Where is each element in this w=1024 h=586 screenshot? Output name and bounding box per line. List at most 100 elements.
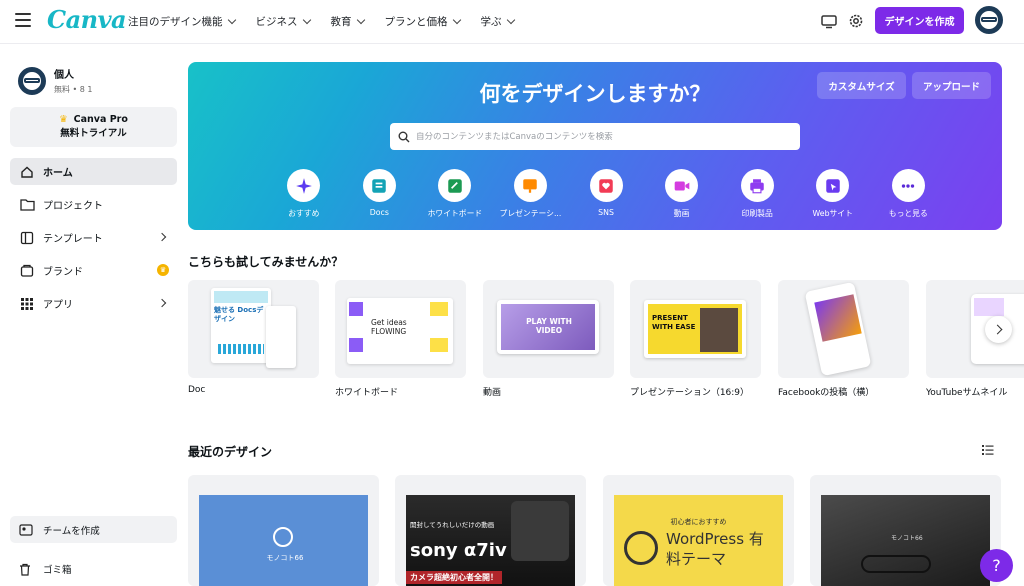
category-label: SNS [598, 208, 614, 217]
help-button[interactable]: ? [980, 549, 1013, 582]
pro-trial-button[interactable]: ♛ Canva Pro 無料トライアル [10, 107, 177, 147]
settings-gear-icon[interactable] [847, 12, 865, 30]
category-whiteboard[interactable]: ホワイトボード [417, 169, 493, 219]
category-label: もっと見る [888, 209, 928, 218]
presentation-icon [523, 178, 538, 193]
category-label: 印刷製品 [741, 209, 773, 218]
category-circle [362, 169, 396, 202]
tile-label: Facebookの投稿（横） [778, 388, 875, 398]
nav-business[interactable]: ビジネス [255, 14, 311, 29]
design-categories: おすすめ Docs ホワイトボード プレゼンテーシ... SNS 動画 印刷製品 Webサイト… [266, 169, 946, 219]
profile-switcher[interactable]: 個人 無料 • 8 1 [18, 66, 93, 95]
print-icon [750, 178, 764, 193]
main-nav: 注目のデザイン機能 ビジネス 教育 プランと価格 学ぶ [128, 14, 515, 29]
user-avatar[interactable] [975, 6, 1003, 34]
pro-sub: 無料トライアル [60, 128, 127, 139]
tile-label: YouTubeサムネイル [926, 388, 1008, 398]
desktop-app-icon[interactable] [820, 12, 838, 30]
design-thumb-text: モノコト66 [266, 554, 304, 562]
apps-grid-icon [19, 296, 35, 312]
category-presentation[interactable]: プレゼンテーシ... [493, 169, 569, 219]
category-circle [589, 169, 623, 202]
category-circle [513, 169, 547, 202]
category-circle [891, 169, 925, 202]
search-input[interactable] [416, 131, 786, 142]
design-thumb-text: 開封してうれしいだけの動画 [410, 521, 495, 529]
tile-thumb-text: PLAY WITH VIDEO [526, 317, 572, 335]
design-thumb-text: カメラ超絶初心者全開！ [406, 571, 502, 584]
heart-icon [599, 178, 613, 193]
canva-logo[interactable]: Canva [47, 5, 127, 34]
design-thumbnail: 初心者におすすめ WordPress 有料テーマ [614, 495, 783, 586]
tile-facebook-post[interactable]: Facebookの投稿（横） [778, 280, 909, 398]
category-label: Webサイト [812, 209, 853, 218]
template-icon [19, 230, 35, 246]
nav-label: ビジネス [255, 16, 298, 28]
tile-youtube-thumbnail[interactable]: YouTubeサムネイル [926, 280, 1024, 398]
recent-section-title: 最近のデザイン [188, 445, 273, 459]
category-sparkle[interactable]: おすすめ [266, 169, 342, 219]
category-docs[interactable]: Docs [342, 169, 418, 219]
sparkle-icon [295, 177, 312, 194]
create-design-button[interactable]: デザインを作成 [875, 7, 964, 34]
team-icon [19, 523, 35, 536]
nav-featured[interactable]: 注目のデザイン機能 [128, 14, 236, 29]
category-circle [816, 169, 850, 202]
category-print[interactable]: 印刷製品 [719, 169, 795, 219]
brand-icon [19, 263, 35, 279]
sidebar-item-label: プロジェクト [43, 201, 103, 212]
nav-learn[interactable]: 学ぶ [481, 14, 515, 29]
recent-design-card[interactable]: 初心者におすすめ WordPress 有料テーマ [603, 475, 794, 586]
menu-icon[interactable] [15, 13, 31, 27]
design-thumb-text: WordPress 有料テーマ [666, 530, 764, 568]
category-heart[interactable]: SNS [568, 169, 644, 219]
sidebar-item-brand[interactable]: ブランド ♛ [10, 257, 177, 284]
tile-video[interactable]: PLAY WITH VIDEO 動画 [483, 280, 614, 398]
whiteboard-icon [448, 178, 462, 193]
search-bar[interactable] [390, 123, 800, 150]
carousel-next-button[interactable] [985, 316, 1012, 343]
list-view-icon[interactable] [982, 444, 994, 456]
recent-design-card[interactable]: モノコト66 [188, 475, 379, 586]
category-video[interactable]: 動画 [644, 169, 720, 219]
search-icon [398, 131, 410, 142]
nav-pricing[interactable]: プランと価格 [384, 14, 461, 29]
sidebar-item-label: ブランド [43, 267, 83, 278]
sidebar-item-apps[interactable]: アプリ [10, 290, 177, 317]
sidebar-item-home[interactable]: ホーム [10, 158, 177, 185]
create-team-button[interactable]: チームを作成 [10, 516, 177, 543]
nav-label: プランと価格 [384, 16, 448, 28]
chevron-right-icon [157, 232, 167, 242]
design-thumbnail: モノコト66 [199, 495, 368, 586]
category-circle [740, 169, 774, 202]
sidebar: 個人 無料 • 8 1 ♛ Canva Pro 無料トライアル ホーム プロジェク… [0, 45, 187, 586]
crown-badge-icon: ♛ [157, 264, 169, 276]
tile-presentation[interactable]: PRESENT WITH EASE プレゼンテーション（16:9） [630, 280, 761, 398]
tile-thumbnail: PRESENT WITH EASE [630, 280, 761, 378]
nav-label: 教育 [330, 16, 352, 28]
design-thumb-text: 初心者におすすめ [670, 518, 727, 526]
wordpress-logo-icon [624, 531, 658, 565]
tile-thumb-text: PRESENT WITH EASE [652, 314, 696, 331]
more-icon [902, 183, 915, 188]
hero-banner: 何をデザインしますか？ カスタムサイズ アップロード おすすめDocsホワイトボ… [188, 62, 1002, 230]
tile-doc[interactable]: 魅せる Docsデザイン Doc [188, 280, 319, 395]
design-type-carousel: 魅せる Docsデザイン Doc Get ideas FLOWING ホワイトボ… [188, 280, 1024, 405]
category-label: Docs [369, 208, 389, 217]
tile-whiteboard[interactable]: Get ideas FLOWING ホワイトボード [335, 280, 466, 398]
recent-design-card[interactable]: 開封してうれしいだけの動画 sony α7iv カメラ超絶初心者全開！ [395, 475, 586, 586]
profile-name: 個人 [54, 70, 74, 81]
sidebar-item-templates[interactable]: テンプレート [10, 224, 177, 251]
sidebar-item-projects[interactable]: プロジェクト [10, 191, 177, 218]
trash-link[interactable]: ゴミ箱 [10, 557, 177, 581]
category-label: ホワイトボード [427, 209, 483, 218]
category-more[interactable]: もっと見る [871, 169, 947, 219]
custom-size-button[interactable]: カスタムサイズ [817, 72, 906, 99]
category-website[interactable]: Webサイト [795, 169, 871, 219]
recent-design-card[interactable]: モノコト66 [810, 475, 1001, 586]
video-icon [674, 181, 689, 190]
upload-button[interactable]: アップロード [912, 72, 991, 99]
nav-education[interactable]: 教育 [330, 14, 365, 29]
docs-icon [372, 178, 387, 193]
sidebar-item-label: アプリ [43, 300, 73, 311]
